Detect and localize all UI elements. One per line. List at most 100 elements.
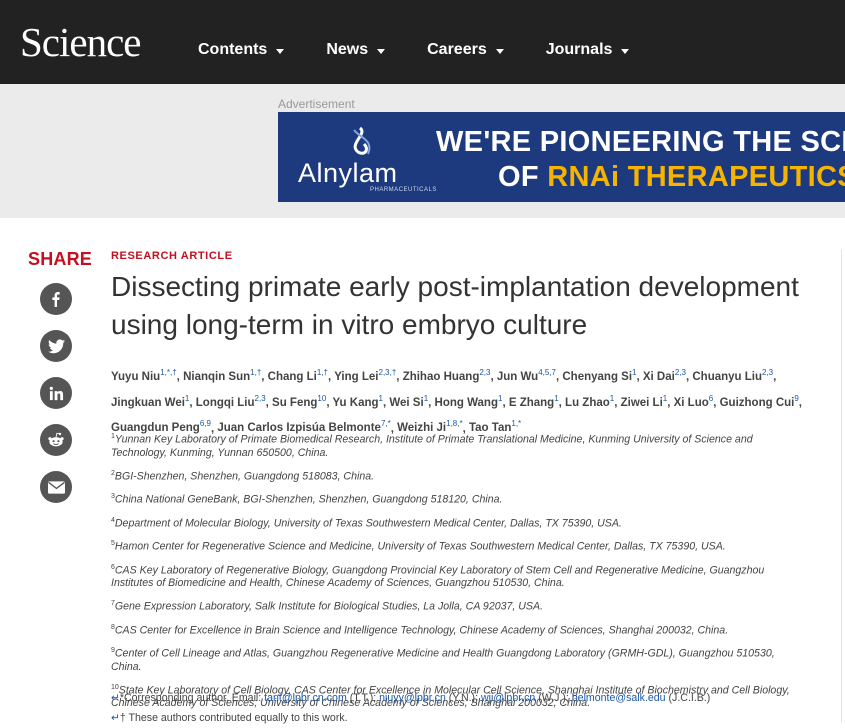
affiliation: 4Department of Molecular Biology, Univer…	[111, 514, 801, 531]
author-affil-ref: 1,†	[250, 368, 262, 377]
author-name: Longqi Liu	[195, 396, 255, 409]
nav-careers[interactable]: Careers	[427, 41, 504, 59]
email-icon	[47, 480, 65, 494]
author[interactable]: Nianqin Sun1,†	[183, 368, 262, 383]
author-affil-ref: 1	[609, 393, 615, 403]
author-affil-ref: 6,9	[199, 419, 211, 429]
linkedin-icon	[49, 386, 63, 400]
affiliation-text: China National GeneBank, BGI-Shenzhen, S…	[114, 493, 503, 506]
author-name: Hong Wang	[434, 396, 498, 409]
author[interactable]: Xi Dai2,3	[642, 368, 686, 383]
author[interactable]: Jingkuan Wei1	[111, 393, 190, 409]
author-affil-ref: 1,†	[316, 368, 328, 377]
nav-journals-label: Journals	[545, 41, 613, 58]
ad-label: Advertisement	[278, 97, 355, 111]
back-link-icon[interactable]: ↵	[111, 692, 120, 704]
affiliation-text: CAS Key Laboratory of Regenerative Biolo…	[111, 564, 765, 590]
affiliation-text: BGI-Shenzhen, Shenzhen, Guangdong 518083…	[114, 470, 375, 483]
nav-journals[interactable]: Journals	[546, 41, 630, 59]
ad-zone: Advertisement Alnylam PHARMACEUTICALS WE…	[0, 84, 845, 218]
author[interactable]: Wei Si1	[389, 394, 428, 409]
article-header: RESEARCH ARTICLE Dissecting primate earl…	[111, 250, 811, 344]
author-affil-ref: 2,3	[674, 368, 686, 377]
author[interactable]: Yuyu Niu1,*,†	[111, 368, 177, 383]
affiliation: 6CAS Key Laboratory of Regenerative Biol…	[111, 561, 801, 591]
author-notes: ↵*Corresponding author. Email: tant@lpbr…	[111, 688, 811, 728]
email-initials: (J.C.I.B.)	[665, 692, 711, 704]
nav-news[interactable]: News	[326, 41, 386, 59]
author-name: Chang Li	[267, 370, 317, 383]
chevron-down-icon	[276, 48, 285, 54]
equal-contribution-text: † These authors contributed equally to t…	[119, 712, 348, 724]
author-affil-ref: 1	[662, 393, 668, 403]
share-email-button[interactable]	[40, 471, 72, 503]
corresponding-prefix: *Corresponding author. Email:	[119, 692, 265, 704]
main-nav: Contents News Careers Journals	[198, 41, 630, 59]
ad-headline-2-prefix: OF	[498, 161, 548, 193]
equal-contribution-note: ↵† These authors contributed equally to …	[111, 708, 811, 728]
nav-contents-label: Contents	[198, 41, 268, 58]
affiliation-text: Center of Cell Lineage and Atlas, Guangz…	[111, 647, 775, 673]
author[interactable]: Ying Lei2,3,†	[334, 368, 396, 383]
author-name: Xi Luo	[673, 396, 709, 409]
author-affil-ref: 6	[708, 393, 714, 403]
author[interactable]: Jun Wu4,5,7	[497, 368, 556, 383]
nav-contents[interactable]: Contents	[198, 41, 285, 59]
author[interactable]: Lu Zhao1	[565, 393, 615, 409]
author-name: Chuanyu Liu	[692, 370, 762, 383]
author[interactable]: E Zhang1	[508, 393, 559, 409]
ad-brand: Alnylam	[298, 158, 398, 188]
author[interactable]: Ziwei Li1	[620, 393, 668, 409]
author-affil-ref: 1,8,*	[446, 419, 463, 429]
back-link-icon[interactable]: ↵	[111, 712, 120, 724]
email-link[interactable]: belmonte@salk.edu	[572, 692, 666, 704]
author-name: Guizhong Cui	[719, 396, 795, 409]
author[interactable]: Chang Li1,†	[267, 368, 328, 383]
content-divider	[841, 250, 842, 723]
author-name: Su Feng	[272, 396, 318, 409]
share-facebook-button[interactable]	[40, 283, 72, 315]
author-affil-ref: 1	[378, 393, 383, 403]
author-affil-ref: 7,*	[380, 419, 391, 429]
chevron-down-icon	[377, 48, 386, 54]
author-name: Yuyu Niu	[111, 370, 161, 383]
author-name: Jingkuan Wei	[111, 396, 185, 409]
author[interactable]: Xi Luo6	[673, 393, 714, 409]
science-logo[interactable]: Science	[20, 18, 141, 66]
top-navbar: Science Contents News Careers Journals	[0, 0, 845, 84]
article-title: Dissecting primate early post-implantati…	[111, 271, 799, 340]
author-name: Xi Dai	[642, 370, 675, 383]
author-affil-ref: 2,3	[762, 368, 774, 377]
author-list: Yuyu Niu1,*,†, Nianqin Sun1,†, Chang Li1…	[111, 368, 802, 435]
author-name: E Zhang	[508, 396, 555, 409]
ad-banner[interactable]: Alnylam PHARMACEUTICALS WE'RE PIONEERING…	[278, 112, 845, 202]
share-linkedin-button[interactable]	[40, 377, 72, 409]
share-reddit-button[interactable]	[40, 424, 72, 456]
author-name: Chenyang Si	[562, 370, 633, 383]
author[interactable]: Hong Wang1	[434, 394, 503, 409]
affiliation: 2BGI-Shenzhen, Shenzhen, Guangdong 51808…	[111, 467, 801, 484]
author[interactable]: Chuanyu Liu2,3	[692, 368, 774, 383]
author[interactable]: Zhihao Huang2,3	[403, 368, 491, 383]
author-affil-ref: 2,3	[479, 368, 491, 377]
author[interactable]: Longqi Liu2,3	[195, 394, 266, 409]
author-name: Nianqin Sun	[183, 370, 251, 383]
author-affil-ref: 1,*,†	[160, 368, 177, 377]
corresponding-note: ↵*Corresponding author. Email: tant@lpbr…	[111, 688, 811, 708]
ad-brand-sub: PHARMACEUTICALS	[370, 187, 437, 193]
author[interactable]: Yu Kang1	[333, 393, 383, 409]
author[interactable]: Su Feng10	[272, 394, 326, 409]
author-name: Ziwei Li	[620, 396, 663, 409]
share-twitter-button[interactable]	[40, 330, 72, 362]
author[interactable]: Chenyang Si1	[562, 368, 636, 383]
affiliation: 8CAS Center for Excellence in Brain Scie…	[111, 621, 801, 638]
email-link[interactable]: wji@lpbr.cn	[481, 692, 535, 704]
twitter-icon	[47, 339, 65, 353]
author-affil-ref: 1	[184, 393, 190, 403]
email-link[interactable]: tant@lpbr.cn.com	[264, 692, 347, 704]
ad-headline-2-accent: RNAi THERAPEUTICS	[547, 161, 845, 193]
author[interactable]: Guizhong Cui9	[719, 394, 799, 409]
email-link[interactable]: niuyy@lpbr.cn	[379, 692, 446, 704]
author-affil-ref: 1	[554, 393, 559, 403]
chevron-down-icon	[495, 48, 504, 54]
